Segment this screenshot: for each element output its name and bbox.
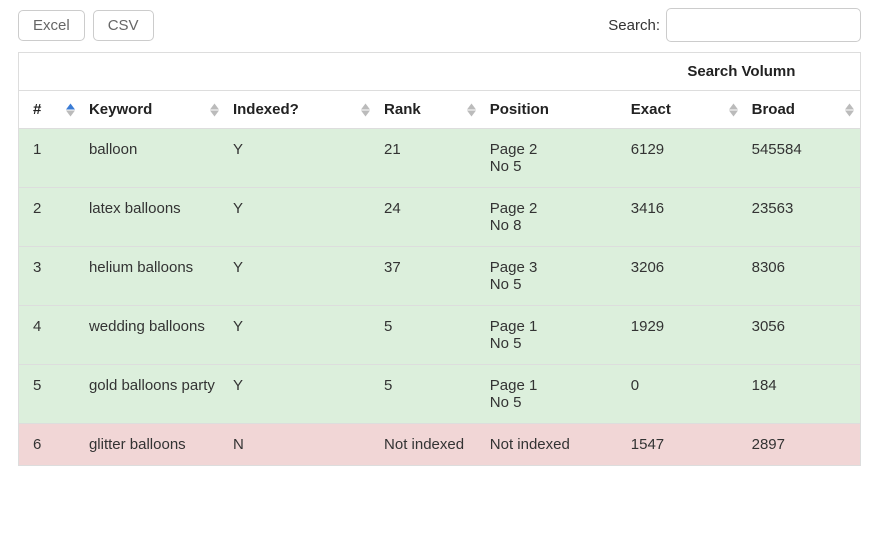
cell-position: Page 1No 5 (482, 365, 623, 424)
col-header-rank[interactable]: Rank (376, 91, 482, 129)
cell-broad: 2897 (744, 424, 861, 466)
position-line-1: Page 2 (490, 200, 615, 217)
cell-indexed: N (225, 424, 376, 466)
col-header-rank-label: Rank (384, 101, 421, 118)
cell-keyword: glitter balloons (81, 424, 225, 466)
cell-indexed: Y (225, 247, 376, 306)
cell-indexed: Y (225, 188, 376, 247)
cell-broad: 23563 (744, 188, 861, 247)
cell-rank: 5 (376, 365, 482, 424)
position-line-1: Page 3 (490, 259, 615, 276)
cell-rank: 5 (376, 306, 482, 365)
col-header-broad[interactable]: Broad (744, 91, 861, 129)
cell-rank: 37 (376, 247, 482, 306)
cell-broad: 184 (744, 365, 861, 424)
col-header-exact-label: Exact (631, 101, 671, 118)
cell-exact: 3416 (623, 188, 744, 247)
cell-num: 6 (19, 424, 81, 466)
cell-keyword: wedding balloons (81, 306, 225, 365)
sort-icon (361, 103, 370, 116)
search-input[interactable] (666, 8, 861, 42)
group-header-empty (19, 53, 623, 91)
cell-num: 4 (19, 306, 81, 365)
cell-indexed: Y (225, 365, 376, 424)
col-header-indexed-label: Indexed? (233, 101, 299, 118)
cell-position: Not indexed (482, 424, 623, 466)
sort-icon (210, 103, 219, 116)
col-header-position[interactable]: Position (482, 91, 623, 129)
table-row: 5gold balloons partyY5Page 1No 50184 (19, 365, 861, 424)
col-header-broad-label: Broad (752, 101, 795, 118)
position-line-2: No 5 (490, 158, 615, 175)
table-row: 1balloonY21Page 2No 56129545584 (19, 129, 861, 188)
data-table: Search Volumn # Keyword Indexed? (18, 52, 861, 466)
cell-position: Page 2No 5 (482, 129, 623, 188)
position-line-2: No 5 (490, 394, 615, 411)
table-row: 3helium balloonsY37Page 3No 532068306 (19, 247, 861, 306)
sort-icon (729, 103, 738, 116)
cell-keyword: gold balloons party (81, 365, 225, 424)
position-line-1: Page 1 (490, 318, 615, 335)
col-header-num[interactable]: # (19, 91, 81, 129)
cell-indexed: Y (225, 129, 376, 188)
sort-icon (66, 103, 75, 116)
cell-exact: 1929 (623, 306, 744, 365)
position-line-1: Not indexed (490, 436, 615, 453)
cell-position: Page 3No 5 (482, 247, 623, 306)
cell-position: Page 1No 5 (482, 306, 623, 365)
col-header-indexed[interactable]: Indexed? (225, 91, 376, 129)
position-line-1: Page 2 (490, 141, 615, 158)
sort-icon (845, 103, 854, 116)
group-header-search-volume: Search Volumn (623, 53, 861, 91)
table-row: 6glitter balloonsNNot indexedNot indexed… (19, 424, 861, 466)
cell-broad: 3056 (744, 306, 861, 365)
col-header-keyword[interactable]: Keyword (81, 91, 225, 129)
col-header-keyword-label: Keyword (89, 101, 152, 118)
csv-button[interactable]: CSV (93, 10, 154, 41)
cell-rank: 24 (376, 188, 482, 247)
cell-rank: 21 (376, 129, 482, 188)
col-header-position-label: Position (490, 101, 549, 118)
cell-rank: Not indexed (376, 424, 482, 466)
cell-indexed: Y (225, 306, 376, 365)
table-row: 2latex balloonsY24Page 2No 8341623563 (19, 188, 861, 247)
cell-keyword: balloon (81, 129, 225, 188)
cell-num: 2 (19, 188, 81, 247)
position-line-2: No 8 (490, 217, 615, 234)
position-line-1: Page 1 (490, 377, 615, 394)
cell-num: 1 (19, 129, 81, 188)
col-header-num-label: # (33, 101, 41, 118)
cell-exact: 6129 (623, 129, 744, 188)
cell-broad: 545584 (744, 129, 861, 188)
cell-num: 5 (19, 365, 81, 424)
position-line-2: No 5 (490, 335, 615, 352)
col-header-exact[interactable]: Exact (623, 91, 744, 129)
sort-icon (467, 103, 476, 116)
cell-exact: 0 (623, 365, 744, 424)
position-line-2: No 5 (490, 276, 615, 293)
toolbar: Excel CSV Search: (18, 8, 861, 42)
cell-broad: 8306 (744, 247, 861, 306)
table-row: 4wedding balloonsY5Page 1No 519293056 (19, 306, 861, 365)
cell-exact: 1547 (623, 424, 744, 466)
excel-button[interactable]: Excel (18, 10, 85, 41)
cell-num: 3 (19, 247, 81, 306)
cell-keyword: helium balloons (81, 247, 225, 306)
cell-exact: 3206 (623, 247, 744, 306)
search-label: Search: (608, 17, 660, 34)
cell-keyword: latex balloons (81, 188, 225, 247)
cell-position: Page 2No 8 (482, 188, 623, 247)
